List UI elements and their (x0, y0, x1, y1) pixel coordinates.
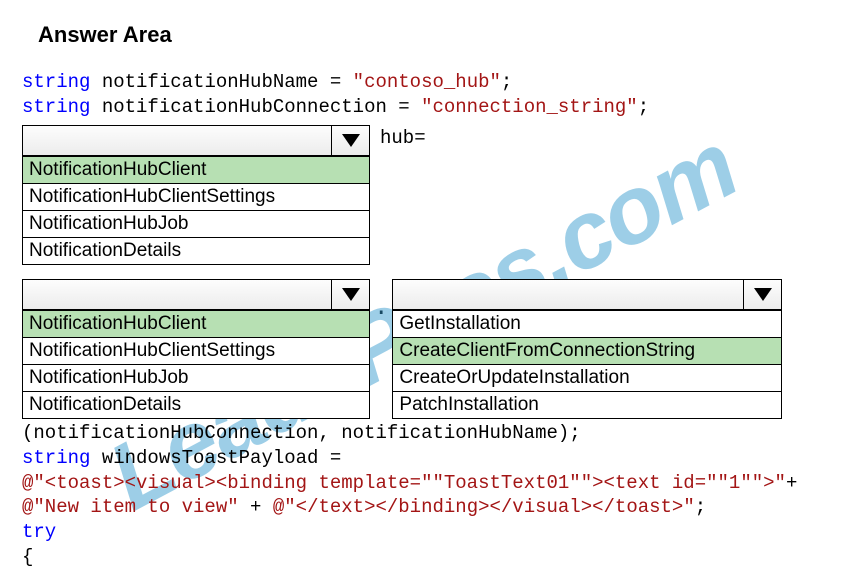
dropdown-header[interactable] (393, 280, 781, 310)
keyword-string: string (22, 71, 90, 93)
dropdown-item[interactable]: NotificationHubClientSettings (23, 337, 369, 364)
dropdown-item[interactable]: NotificationHubClient (23, 310, 369, 337)
string-literal: @"<toast><visual><binding template=""Toa… (22, 472, 786, 494)
dropdown-item[interactable]: NotificationDetails (23, 237, 369, 264)
code-line-2: string notificationHubConnection = "conn… (22, 95, 824, 120)
answer-area-container: Answer Area string notificationHubName =… (0, 0, 846, 570)
dropdown-class-type-1[interactable]: NotificationHubClient NotificationHubCli… (22, 125, 370, 265)
code-text: windowsToastPayload = (90, 447, 341, 469)
row-dropdown-2: NotificationHubClient NotificationHubCli… (22, 279, 824, 419)
chevron-down-icon (342, 134, 360, 147)
code-text: notificationHubName = (90, 71, 352, 93)
code-hub-equals: hub= (370, 125, 426, 149)
code-text: ; (695, 496, 706, 518)
keyword-string: string (22, 447, 90, 469)
dropdown-header[interactable] (23, 280, 369, 310)
dropdown-arrow-box[interactable] (331, 126, 369, 155)
code-text: notificationHubConnection = (90, 96, 421, 118)
chevron-down-icon (754, 288, 772, 301)
row-dropdown-1: NotificationHubClient NotificationHubCli… (22, 125, 824, 265)
code-brace: { (22, 546, 33, 568)
code-bottom-block: (notificationHubConnection, notification… (22, 421, 824, 569)
code-text: + (239, 496, 273, 518)
string-literal: @"</text></binding></visual></toast>" (273, 496, 695, 518)
code-dot: . (374, 295, 388, 322)
code-text: (notificationHubConnection, notification… (22, 422, 581, 444)
dropdown-item[interactable]: CreateOrUpdateInstallation (393, 364, 781, 391)
dropdown-item[interactable]: NotificationHubJob (23, 210, 369, 237)
string-literal: @"New item to view" (22, 496, 239, 518)
dropdown-item[interactable]: NotificationHubJob (23, 364, 369, 391)
dropdown-item[interactable]: GetInstallation (393, 310, 781, 337)
code-text: ; (501, 71, 512, 93)
dropdown-item[interactable]: NotificationHubClientSettings (23, 183, 369, 210)
dropdown-item[interactable]: NotificationDetails (23, 391, 369, 418)
string-literal: "contoso_hub" (353, 71, 501, 93)
keyword-string: string (22, 96, 90, 118)
string-literal: "connection_string" (421, 96, 638, 118)
dropdown-item[interactable]: PatchInstallation (393, 391, 781, 418)
dropdown-method[interactable]: GetInstallation CreateClientFromConnecti… (392, 279, 782, 419)
dropdown-item[interactable]: NotificationHubClient (23, 156, 369, 183)
dropdown-class-type-2[interactable]: NotificationHubClient NotificationHubCli… (22, 279, 370, 419)
chevron-down-icon (342, 288, 360, 301)
code-text: + (786, 472, 797, 494)
dropdown-arrow-box[interactable] (331, 280, 369, 309)
dropdown-header[interactable] (23, 126, 369, 156)
page-title: Answer Area (38, 22, 824, 48)
keyword-try: try (22, 521, 56, 543)
code-text: ; (638, 96, 649, 118)
dropdown-item[interactable]: CreateClientFromConnectionString (393, 337, 781, 364)
code-line-1: string notificationHubName = "contoso_hu… (22, 70, 824, 95)
dropdown-arrow-box[interactable] (743, 280, 781, 309)
